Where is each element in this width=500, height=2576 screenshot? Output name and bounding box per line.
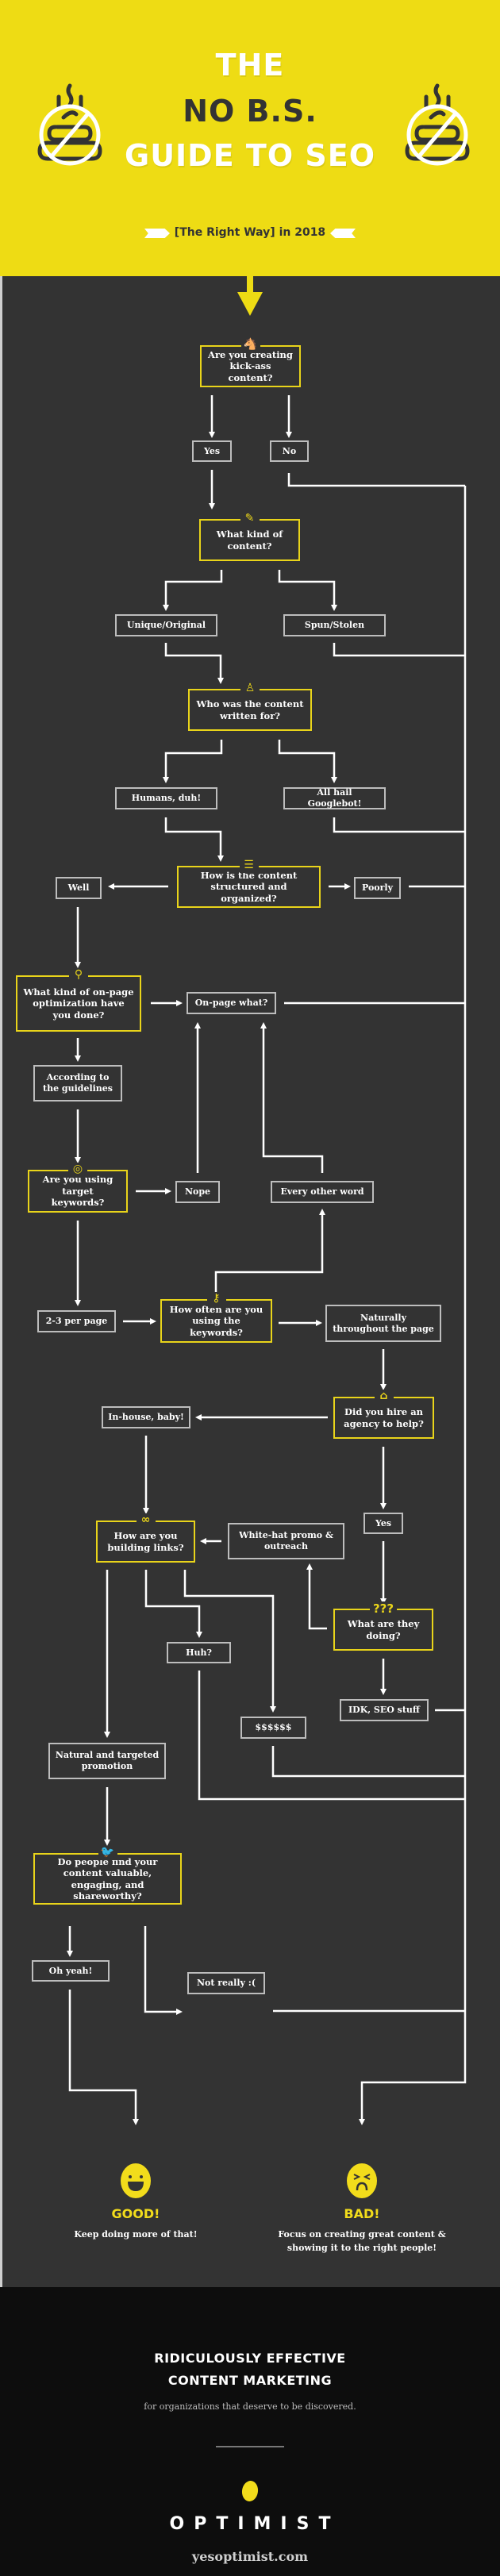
answer-not-really: Not really :( — [187, 1972, 265, 1994]
question-shareworthy: 🐦 Do people find your content valuable, … — [33, 1846, 182, 1905]
website-link[interactable]: yesoptimist.com — [0, 2549, 500, 2564]
question-text: How is the content structured and organi… — [200, 869, 298, 904]
magnifier-icon: ⚲ — [69, 968, 88, 982]
target-icon: ◎ — [68, 1163, 87, 1177]
question-what-are-they-doing: ??? What are they doing? — [333, 1601, 433, 1651]
twitter-bird-icon: 🐦 — [98, 1846, 117, 1860]
question-text: Are you creating kick-ass content? — [208, 348, 293, 383]
question-marks-icon: ??? — [370, 1601, 397, 1616]
question-structure: ☰ How is the content structured and orga… — [177, 859, 321, 908]
subtitle: [The Right Way] in 2018 — [174, 226, 326, 239]
answer-well: Well — [56, 877, 102, 899]
answer-guidelines: According to the guidelines — [33, 1065, 122, 1102]
question-text: What kind of content? — [216, 529, 283, 552]
person-icon: ♙ — [240, 682, 260, 696]
question-text: Are you using target keywords? — [42, 1174, 113, 1209]
question-keyword-frequency: ⚷ How often are you using the keywords? — [160, 1292, 272, 1343]
question-text: Who was the content written for? — [196, 698, 304, 721]
outcome-good: GOOD! Keep doing more of that! — [40, 2163, 231, 2241]
header-banner: THE NO B.S. GUIDE TO SEO [The Right Way]… — [0, 0, 500, 276]
lemon-logo-icon — [240, 2479, 260, 2503]
question-text: Do people find your content valuable, en… — [57, 1855, 158, 1901]
happy-face-icon — [121, 2163, 151, 2198]
answer-idk-seo-stuff: IDK, SEO stuff — [340, 1699, 429, 1721]
question-text: How are you building links? — [107, 1530, 184, 1553]
outcome-good-title: GOOD! — [111, 2206, 160, 2221]
answer-spun-stolen: Spun/Stolen — [283, 614, 386, 636]
answer-yes-agency: Yes — [363, 1513, 403, 1534]
question-hire-agency: ⌂ Did you hire an agency to help? — [333, 1390, 434, 1439]
storefront-icon: ⌂ — [374, 1390, 394, 1404]
question-on-page-optimization: ⚲ What kind of on-page optimization have… — [16, 968, 141, 1032]
question-written-for: ♙ Who was the content written for? — [188, 682, 312, 731]
question-text: How often are you using the keywords? — [169, 1303, 263, 1338]
answer-humans: Humans, duh! — [115, 787, 217, 809]
footer-divider — [216, 2446, 284, 2447]
question-text: Did you hire an agency to help? — [344, 1406, 424, 1429]
link-icon: ∞ — [136, 1513, 156, 1528]
question-kick-ass-content: 🐴 Are you creating kick-ass content? — [200, 338, 301, 387]
answer-two-three-per-page: 2-3 per page — [37, 1310, 116, 1332]
angry-face-icon — [347, 2163, 377, 2198]
answer-yes: Yes — [192, 440, 232, 462]
footer-headline-line1: RIDICULOUSLY EFFECTIVE — [154, 2351, 346, 2366]
outcome-good-description: Keep doing more of that! — [74, 2229, 198, 2240]
question-text: What are they doing? — [347, 1618, 420, 1641]
answer-googlebot: All hail Googlebot! — [283, 787, 386, 809]
outcome-bad: BAD! Focus on creating great content & s… — [267, 2163, 457, 2255]
answer-huh: Huh? — [167, 1642, 231, 1663]
footer-headline-line2: CONTENT MARKETING — [167, 2373, 333, 2388]
answer-naturally: Naturally throughout the page — [325, 1305, 441, 1342]
title-line-the: THE — [215, 48, 285, 83]
key-icon: ⚷ — [206, 1292, 226, 1306]
brand-logo-text: OPTIMIST — [169, 2514, 340, 2534]
question-text: What kind of on-page optimization have y… — [23, 986, 134, 1021]
unicorn-icon: 🐴 — [240, 338, 260, 352]
answer-on-page-what: On-page what? — [187, 992, 276, 1014]
footer-tagline: for organizations that deserve to be dis… — [144, 2401, 356, 2412]
question-content-kind: ✎ What kind of content? — [199, 512, 300, 561]
answer-dollars: $$$$$$ — [240, 1717, 306, 1739]
outcome-bad-description: Focus on creating great content & showin… — [278, 2229, 446, 2254]
question-target-keywords: ◎ Are you using target keywords? — [28, 1163, 128, 1213]
answer-every-other-word: Every other word — [271, 1181, 374, 1203]
answer-white-hat: White-hat promo & outreach — [228, 1523, 344, 1559]
answer-no: No — [270, 440, 309, 462]
answer-nope: Nope — [175, 1181, 220, 1203]
answer-unique-original: Unique/Original — [115, 614, 217, 636]
answer-natural-promotion: Natural and targeted promotion — [48, 1743, 166, 1779]
answer-oh-yeah: Oh yeah! — [32, 1960, 110, 1982]
title-line-guide: GUIDE TO SEO — [125, 138, 375, 173]
question-building-links: ∞ How are you building links? — [96, 1513, 195, 1563]
pencil-icon: ✎ — [240, 512, 260, 526]
answer-in-house: In-house, baby! — [102, 1406, 190, 1428]
layers-icon: ☰ — [239, 859, 259, 873]
title-line-no-bs: NO B.S. — [183, 94, 317, 129]
answer-poorly: Poorly — [354, 877, 401, 899]
outcome-bad-title: BAD! — [344, 2206, 380, 2221]
footer: RIDICULOUSLY EFFECTIVE CONTENT MARKETING… — [0, 2287, 500, 2576]
